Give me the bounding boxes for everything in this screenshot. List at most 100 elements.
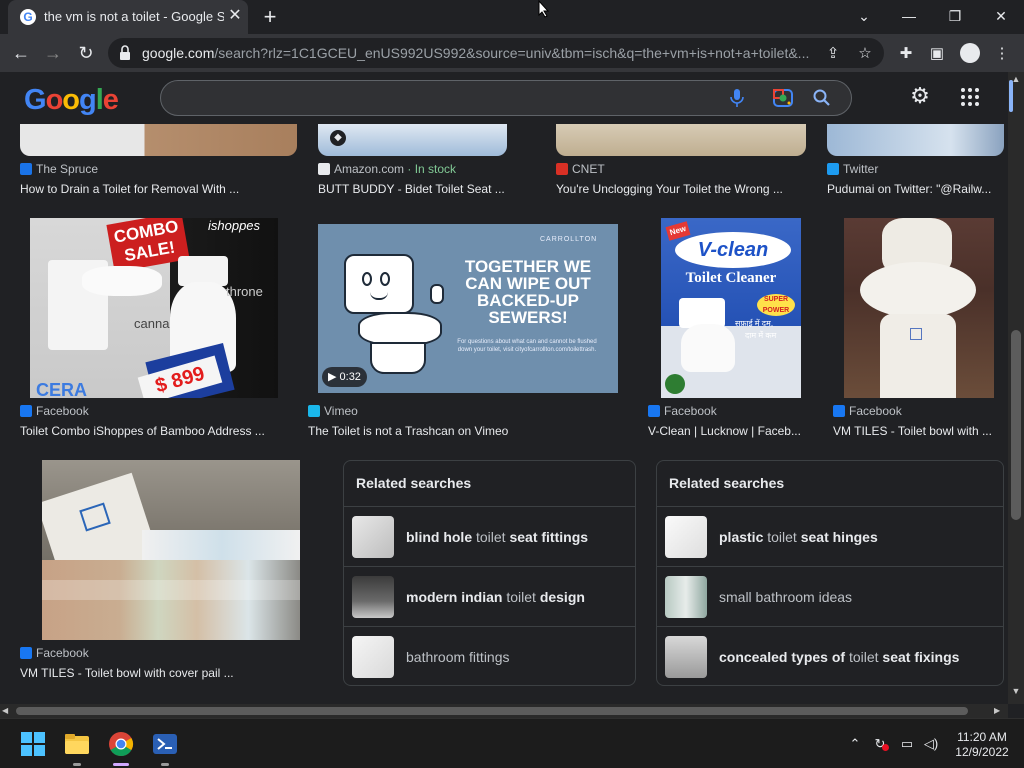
tab-strip: G the vm is not a toilet - Google Se ✕ +… — [0, 0, 1024, 34]
restore-button[interactable]: ❐ — [935, 4, 975, 28]
vimeo-favicon-icon — [308, 405, 320, 417]
twitter-favicon-icon — [827, 163, 839, 175]
related-searches-title: Related searches — [356, 475, 472, 491]
update-status-icon[interactable]: ↻ — [871, 735, 889, 753]
result-source[interactable]: Amazon.com · In stock — [318, 162, 456, 178]
file-explorer-icon[interactable] — [64, 731, 90, 757]
the-spruce-favicon-icon — [20, 163, 32, 175]
result-caption[interactable]: Pudumai on Twitter: "@Railw... — [827, 182, 1002, 198]
browser-toolbar: ← → ↻ google.com/search?rlz=1C1GCEU_enUS… — [0, 34, 1024, 72]
image-thumbnail[interactable] — [42, 460, 300, 640]
chrome-menu-icon[interactable]: ⋮ — [991, 43, 1013, 65]
result-caption[interactable]: VM TILES - Toilet bowl with ... — [833, 424, 1003, 440]
network-icon[interactable]: ▭ — [898, 735, 916, 753]
share-icon[interactable]: ⇪ — [822, 43, 844, 65]
scroll-left-icon[interactable]: ◀ — [2, 704, 14, 718]
result-source[interactable]: CNET — [556, 162, 605, 178]
related-thumbnail — [665, 516, 707, 558]
profile-avatar[interactable] — [960, 43, 980, 63]
bookmark-star-icon[interactable]: ☆ — [854, 43, 876, 65]
tab-close-icon[interactable]: ✕ — [226, 7, 244, 25]
browser-tab[interactable]: G the vm is not a toilet - Google Se ✕ — [8, 0, 248, 34]
scroll-right-icon[interactable]: ▶ — [994, 704, 1006, 718]
result-caption[interactable]: BUTT BUDDY - Bidet Toilet Seat ... — [318, 182, 518, 198]
lock-icon — [120, 45, 130, 60]
result-source[interactable]: Facebook — [648, 404, 717, 420]
side-panel-icon[interactable]: ▣ — [926, 43, 948, 65]
image-thumbnail[interactable] — [20, 124, 297, 156]
result-source[interactable]: The Spruce — [20, 162, 98, 178]
image-thumbnail[interactable] — [844, 218, 994, 398]
product-tag-icon: ◆ — [330, 130, 346, 146]
running-indicator — [161, 763, 169, 766]
result-source[interactable]: Facebook — [20, 404, 89, 420]
show-hidden-icons-chevron-icon[interactable]: ⌃ — [846, 735, 864, 753]
related-search-item[interactable]: plastic toilet seat hinges — [657, 506, 1003, 566]
tab-search-chevron-icon[interactable]: ⌄ — [844, 4, 884, 28]
image-thumbnail[interactable]: COMBO SALE! ishoppes throne canna $ 899 … — [30, 218, 278, 398]
close-window-button[interactable]: ✕ — [981, 4, 1021, 28]
facebook-favicon-icon — [833, 405, 845, 417]
related-thumbnail — [352, 636, 394, 678]
result-caption[interactable]: The Toilet is not a Trashcan on Vimeo — [308, 424, 628, 440]
amazon-favicon-icon — [318, 163, 330, 175]
related-thumbnail — [665, 636, 707, 678]
related-search-item[interactable]: modern indian toilet design — [344, 566, 635, 626]
google-doodle-logo[interactable]: Google — [24, 84, 119, 117]
new-tab-button[interactable]: + — [258, 5, 282, 29]
apps-grid-icon[interactable] — [960, 87, 980, 107]
forward-arrow-icon[interactable]: → — [40, 40, 66, 66]
url-text: google.com/search?rlz=1C1GCEU_enUS992US9… — [142, 45, 810, 61]
minimize-button[interactable]: — — [889, 4, 929, 28]
related-search-item[interactable]: concealed types of toilet seat fixings — [657, 626, 1003, 686]
chrome-icon[interactable] — [108, 731, 134, 757]
result-source[interactable]: Facebook — [833, 404, 902, 420]
result-caption[interactable]: Toilet Combo iShoppes of Bamboo Address … — [20, 424, 300, 440]
scroll-down-icon[interactable]: ▼ — [1008, 686, 1024, 700]
windows-start-icon[interactable] — [20, 731, 46, 757]
image-thumbnail[interactable] — [556, 124, 806, 156]
volume-icon[interactable]: ◁) — [922, 735, 940, 753]
related-search-item[interactable]: bathroom fittings — [344, 626, 635, 686]
result-caption[interactable]: VM TILES - Toilet bowl with cover pail .… — [20, 666, 310, 682]
related-search-item[interactable]: small bathroom ideas — [657, 566, 1003, 626]
result-caption[interactable]: V-Clean | Lucknow | Faceb... — [648, 424, 810, 440]
cnet-favicon-icon — [556, 163, 568, 175]
search-input[interactable] — [160, 80, 852, 116]
related-search-item[interactable]: blind hole toilet seat fittings — [344, 506, 635, 566]
tab-title: the vm is not a toilet - Google Se — [44, 9, 224, 24]
result-source[interactable]: Facebook — [20, 646, 89, 662]
result-caption[interactable]: You're Unclogging Your Toilet the Wrong … — [556, 182, 806, 198]
powershell-icon[interactable] — [152, 731, 178, 757]
related-thumbnail — [352, 516, 394, 558]
video-thumbnail[interactable]: CARROLLTON TOGETHER WE CAN WIPE OUT BACK… — [318, 224, 618, 393]
google-header: Google ⚙ — [0, 72, 1008, 124]
address-bar[interactable]: google.com/search?rlz=1C1GCEU_enUS992US9… — [108, 38, 884, 68]
video-duration-badge: ▶ 0:32 — [322, 367, 367, 387]
google-lens-icon[interactable] — [772, 88, 794, 108]
settings-gear-icon[interactable]: ⚙ — [908, 84, 932, 108]
windows-taskbar: ⌃ ↻ ▭ ◁) 11:20 AM 12/9/2022 — [0, 718, 1024, 768]
image-thumbnail[interactable] — [827, 124, 1004, 156]
taskbar-clock[interactable]: 11:20 AM 12/9/2022 — [950, 730, 1014, 760]
vertical-scrollbar-thumb[interactable] — [1011, 330, 1021, 520]
facebook-favicon-icon — [20, 405, 32, 417]
reload-icon[interactable]: ↻ — [73, 40, 99, 66]
search-icon[interactable] — [812, 88, 832, 108]
related-thumbnail — [665, 576, 707, 618]
image-thumbnail[interactable]: New V-clean Toilet Cleaner SUPER POWER स… — [661, 218, 801, 398]
extensions-puzzle-icon[interactable]: ✚ — [895, 43, 917, 65]
related-searches-panel: Related searches plastic toilet seat hin… — [656, 460, 1004, 686]
horizontal-scrollbar-thumb[interactable] — [16, 707, 968, 715]
result-source[interactable]: Twitter — [827, 162, 878, 178]
facebook-favicon-icon — [648, 405, 660, 417]
google-favicon-icon: G — [20, 9, 36, 25]
facebook-favicon-icon — [20, 647, 32, 659]
active-app-indicator — [113, 763, 129, 766]
result-caption[interactable]: How to Drain a Toilet for Removal With .… — [20, 182, 300, 198]
result-source[interactable]: Vimeo — [308, 404, 358, 420]
microphone-icon[interactable] — [728, 88, 746, 108]
back-arrow-icon[interactable]: ← — [8, 40, 34, 66]
image-thumbnail[interactable]: ◆ — [318, 124, 507, 156]
image-results: ◆ The Spruce Amazon.com · In stock CNET … — [0, 124, 1008, 704]
